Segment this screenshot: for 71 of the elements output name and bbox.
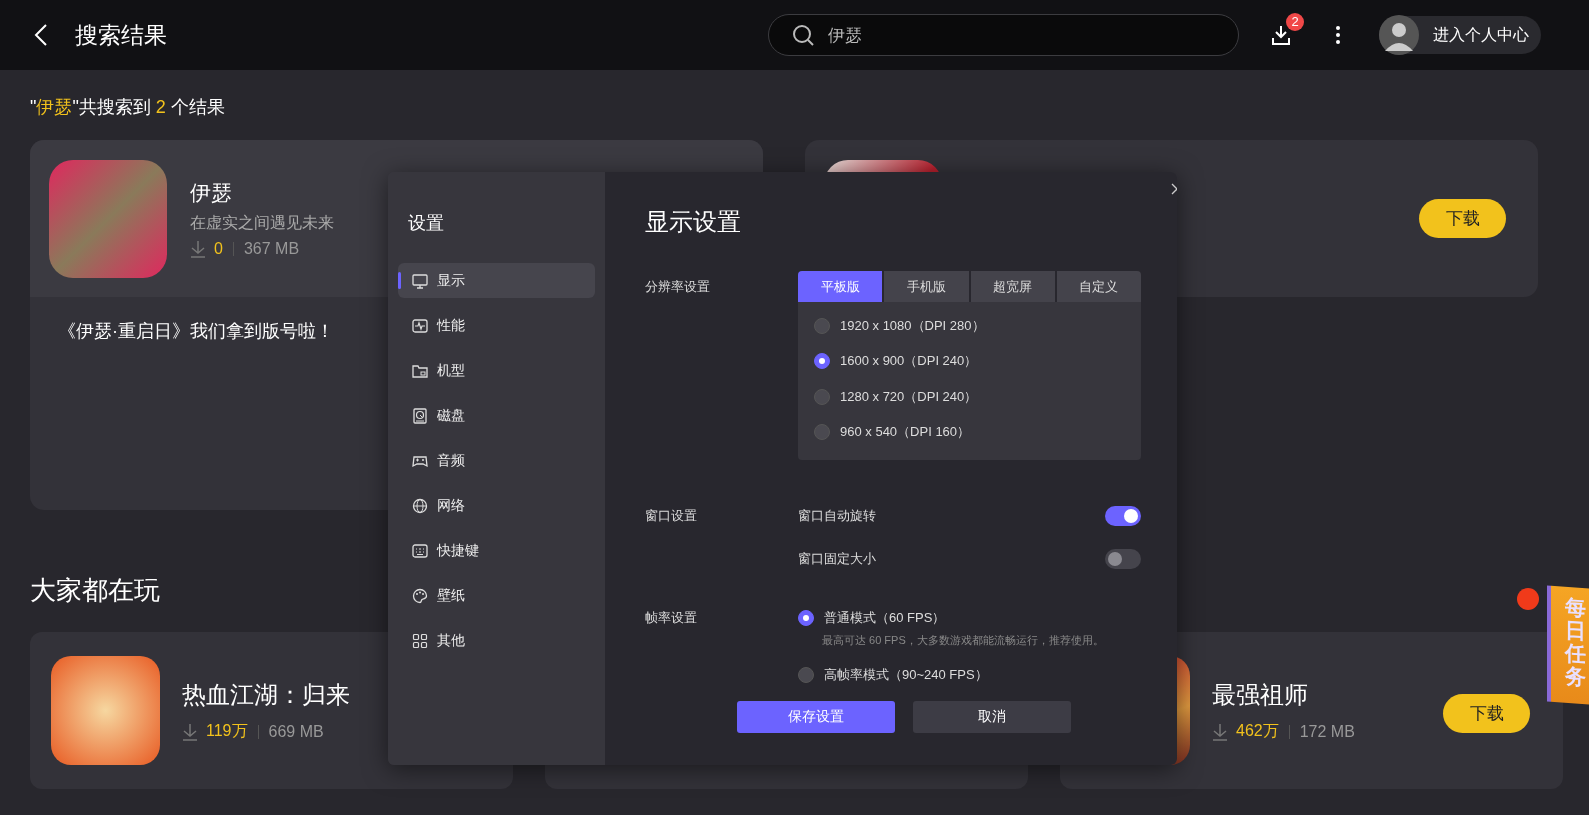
game-title[interactable]: 热血江湖：归来 [182, 679, 350, 711]
option-label: 1280 x 720（DPI 240） [840, 387, 978, 406]
avatar [1379, 15, 1419, 55]
option-label: 普通模式（60 FPS） [824, 609, 946, 627]
tab[interactable]: 平板版 [798, 271, 883, 302]
setting-label: 分辨率设置 [645, 278, 711, 296]
radio-button[interactable] [814, 388, 830, 405]
download-button[interactable]: 下载 [1419, 199, 1506, 238]
sidebar-item[interactable]: 网络 [398, 488, 595, 523]
tab[interactable]: 手机版 [884, 271, 969, 302]
game-icon[interactable] [51, 656, 160, 765]
search-icon [792, 24, 814, 46]
file-size: 172 MB [1299, 722, 1355, 741]
grid-icon [412, 632, 428, 649]
monitor-icon [412, 272, 428, 289]
cancel-button[interactable]: 取消 [912, 701, 1071, 733]
tab[interactable]: 超宽屏 [970, 271, 1055, 302]
save-button[interactable]: 保存设置 [736, 701, 895, 733]
game-title[interactable]: 伊瑟 [190, 179, 334, 206]
notification-badge: 2 [1286, 13, 1304, 31]
radio-button[interactable] [814, 353, 830, 370]
sidebar-title: 设置 [407, 212, 445, 235]
sidebar-item[interactable]: 壁纸 [398, 578, 595, 613]
globe-icon [412, 497, 428, 514]
game-title[interactable]: 最强祖师 [1212, 679, 1355, 711]
radio-button[interactable] [814, 424, 830, 441]
radio-button[interactable] [814, 317, 830, 334]
profile-button[interactable]: 进入个人中心 [1379, 16, 1541, 54]
back-icon[interactable] [33, 23, 49, 47]
radio-button[interactable] [798, 667, 814, 683]
download-icon [190, 239, 206, 258]
game-subtitle: 在虚实之间遇见未来 [190, 212, 334, 233]
sidebar-item[interactable]: 性能 [398, 308, 595, 343]
palette-icon [412, 587, 428, 604]
toggle-switch[interactable] [1105, 506, 1141, 526]
option-label: 960 x 540（DPI 160） [840, 423, 971, 442]
download-icon [1212, 722, 1228, 741]
folder-icon [412, 362, 428, 379]
download-count: 119万 [206, 721, 248, 741]
more-icon[interactable] [1335, 25, 1341, 45]
file-size: 669 MB [268, 722, 324, 741]
search-summary: "伊瑟"共搜索到 2 个结果 [30, 96, 226, 119]
dialog-title: 显示设置 [645, 207, 742, 237]
page-title: 搜索结果 [75, 20, 167, 50]
option-hint: 最高可达 60 FPS，大多数游戏都能流畅运行，推荐使用。 [822, 633, 1105, 648]
option-label: 1600 x 900（DPI 240） [840, 352, 978, 371]
setting-label: 窗口设置 [645, 507, 698, 525]
setting-label: 帧率设置 [645, 609, 698, 627]
sidebar-item[interactable]: 快捷键 [398, 533, 595, 568]
download-count: 0 [214, 239, 223, 258]
section-title: 大家都在玩 [30, 574, 160, 607]
download-icon [182, 722, 198, 741]
download-button[interactable]: 下载 [1443, 693, 1530, 733]
option-label: 1920 x 1080（DPI 280） [840, 316, 985, 335]
sidebar-item[interactable]: 音频 [398, 443, 595, 478]
option-label: 高帧率模式（90~240 FPS） [824, 666, 988, 684]
pulse-icon [412, 317, 428, 334]
search-field[interactable]: 伊瑟 [768, 14, 1239, 56]
sidebar-item[interactable]: 磁盘 [398, 398, 595, 433]
keyboard-icon [412, 542, 428, 559]
toggle-label: 窗口固定大小 [798, 550, 876, 568]
toggle-label: 窗口自动旋转 [798, 507, 876, 525]
sidebar-item[interactable]: 其他 [398, 623, 595, 658]
radio-button[interactable] [798, 610, 814, 626]
toggle-switch[interactable] [1105, 549, 1141, 569]
tab[interactable]: 自定义 [1056, 271, 1141, 302]
sidebar-item[interactable]: 机型 [398, 353, 595, 388]
file-size: 367 MB [243, 239, 300, 258]
download-icon[interactable] [1271, 25, 1291, 45]
download-count: 462万 [1236, 721, 1279, 741]
sidebar-item[interactable]: 显示 [398, 263, 595, 298]
